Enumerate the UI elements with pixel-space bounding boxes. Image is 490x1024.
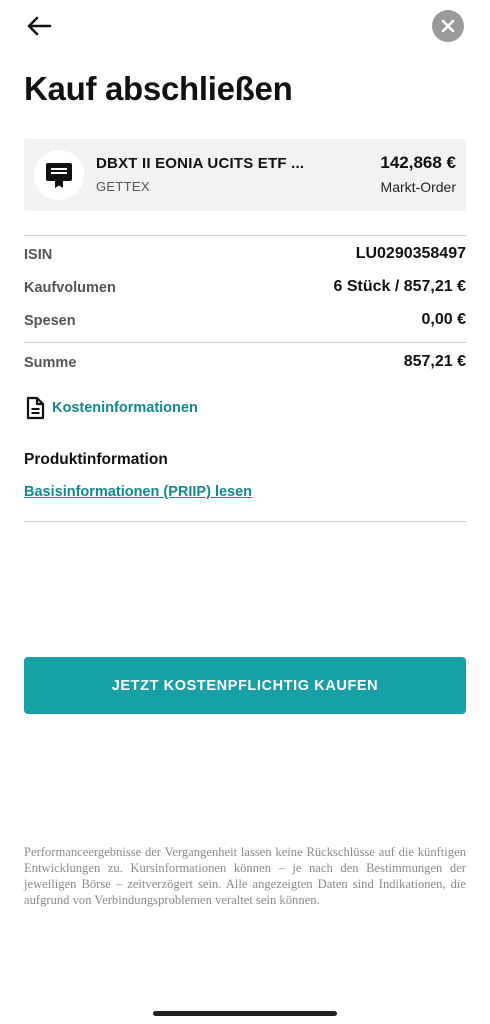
home-indicator[interactable] [153, 1011, 337, 1016]
close-button[interactable] [432, 10, 464, 42]
product-avatar [34, 150, 84, 200]
buy-button[interactable]: JETZT KOSTENPFLICHTIG KAUFEN [24, 657, 466, 714]
fees-label: Spesen [24, 313, 76, 329]
divider [24, 342, 466, 343]
product-info-heading: Produktinformation [24, 451, 168, 468]
arrow-left-icon [27, 16, 52, 36]
product-card: DBXT II EONIA UCITS ETF ... GETTEX 142,8… [24, 139, 466, 211]
page-title: Kauf abschließen [24, 70, 293, 107]
cost-info-label[interactable]: Kosteninformationen [52, 400, 198, 416]
priip-link[interactable]: Basisinformationen (PRIIP) lesen [24, 484, 252, 500]
cost-info-link[interactable]: Kosteninformationen [24, 395, 198, 421]
divider [24, 521, 466, 522]
fees-row: Spesen 0,00 € [24, 310, 466, 334]
close-icon [441, 19, 455, 33]
product-price: 142,868 € [380, 153, 456, 172]
isin-label: ISIN [24, 247, 53, 263]
volume-value: 6 Stück / 857,21 € [333, 278, 466, 295]
top-bar [0, 0, 490, 60]
isin-row: ISIN LU0290358497 [24, 244, 466, 268]
product-name: DBXT II EONIA UCITS ETF ... [96, 155, 305, 172]
volume-label: Kaufvolumen [24, 280, 116, 296]
total-label: Summe [24, 355, 77, 371]
total-row: Summe 857,21 € [24, 352, 466, 376]
total-value: 857,21 € [403, 353, 466, 370]
volume-row: Kaufvolumen 6 Stück / 857,21 € [24, 277, 466, 301]
fees-value: 0,00 € [421, 311, 466, 328]
document-icon [26, 396, 45, 420]
disclaimer-text: Performanceergebnisse der Vergangenheit … [24, 845, 466, 907]
isin-value: LU0290358497 [355, 245, 466, 262]
product-exchange: GETTEX [96, 179, 150, 194]
product-order-type: Markt-Order [380, 179, 456, 195]
back-button[interactable] [22, 10, 56, 42]
certificate-icon [46, 163, 72, 188]
divider [24, 235, 466, 236]
